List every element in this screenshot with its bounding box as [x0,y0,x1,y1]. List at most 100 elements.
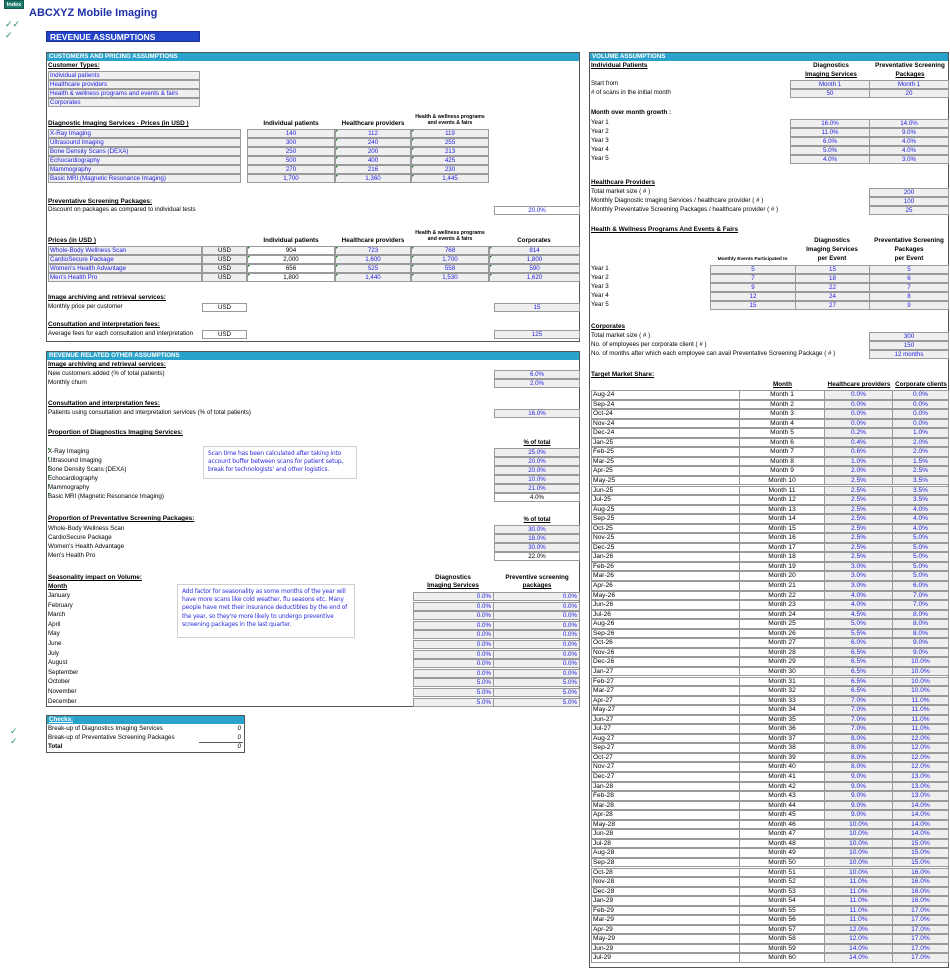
price-cell[interactable]: 1,700 [247,174,335,183]
seasonality-pkg[interactable]: 5.0% [493,688,580,697]
growth-pkg[interactable]: 14.0% [869,119,949,128]
price-cell[interactable]: 1,530 [411,273,489,282]
price-cell[interactable]: 904 [247,246,335,255]
growth-diag[interactable]: 4.0% [790,155,870,164]
corporate-share-cell[interactable]: 11.0% [893,695,949,706]
corporate-share-cell[interactable]: 16.0% [893,896,949,906]
price-cell[interactable]: 230 [411,165,489,174]
corporate-share-cell[interactable]: 5.0% [893,571,949,581]
proportion-value[interactable]: 30.0% [494,543,580,552]
proportion-value[interactable]: 10.0% [494,475,580,484]
provider-value[interactable]: 100 [869,197,949,206]
corporate-share-cell[interactable]: 17.0% [893,953,949,963]
initial-scans-pkg[interactable]: 20 [869,89,949,98]
healthcare-share-cell[interactable]: 14.0% [825,953,893,963]
price-cell[interactable]: 425 [411,156,489,165]
price-cell[interactable]: 112 [335,129,411,138]
price-cell[interactable]: 1,620 [489,273,580,282]
consultation-usage-value[interactable]: 16.0% [494,409,580,418]
healthcare-share-cell[interactable]: 2.0% [825,466,893,476]
seasonality-pkg[interactable]: 0.0% [493,668,580,678]
pkg-per-event[interactable]: 8 [869,292,949,301]
corporate-share-cell[interactable]: 14.0% [893,819,949,830]
healthcare-share-cell[interactable]: 10.0% [825,819,893,830]
corporate-share-cell[interactable]: 1.0% [893,428,949,438]
events-value[interactable]: 5 [710,265,796,274]
proportion-value[interactable]: 22.0% [494,552,580,561]
proportion-value[interactable]: 4.0% [494,493,580,502]
corporate-share-cell[interactable]: 13.0% [893,791,949,801]
growth-diag[interactable]: 6.0% [790,137,870,146]
seasonality-pkg[interactable]: 0.0% [493,649,580,659]
price-cell[interactable]: 213 [411,147,489,156]
seasonality-diag[interactable]: 0.0% [413,630,494,640]
consultation-fee[interactable]: 125 [494,330,580,339]
corporate-share-cell[interactable]: 10.0% [893,676,949,686]
corporate-share-cell[interactable]: 9.0% [893,638,949,648]
seasonality-diag[interactable]: 0.0% [413,640,494,649]
healthcare-share-cell[interactable]: 10.0% [825,838,893,849]
healthcare-share-cell[interactable]: 11.0% [825,886,893,897]
diag-per-event[interactable]: 18 [795,274,870,283]
initial-scans-diag[interactable]: 50 [790,89,870,98]
corporate-share-cell[interactable]: 0.0% [893,418,949,429]
diag-per-event[interactable]: 15 [795,265,870,274]
healthcare-share-cell[interactable]: 2.5% [825,475,893,486]
seasonality-pkg[interactable]: 0.0% [493,620,580,630]
price-cell[interactable]: 119 [411,129,489,138]
corporate-share-cell[interactable]: 10.0% [893,686,949,696]
healthcare-share-cell[interactable]: 8.0% [825,733,893,744]
corporate-share-cell[interactable]: 17.0% [893,943,949,954]
price-cell[interactable]: 814 [489,246,580,255]
corporate-share-cell[interactable]: 7.0% [893,590,949,601]
healthcare-share-cell[interactable]: 0.0% [825,418,893,429]
events-value[interactable]: 7 [710,274,796,283]
corporate-share-cell[interactable]: 2.0% [893,447,949,457]
index-button[interactable]: Index [4,0,24,9]
corporate-share-cell[interactable]: 14.0% [893,829,949,839]
growth-diag[interactable]: 11.0% [790,128,870,137]
healthcare-share-cell[interactable]: 1.0% [825,456,893,467]
seasonality-pkg[interactable]: 5.0% [493,678,580,688]
corporate-share-cell[interactable]: 2.5% [893,466,949,476]
healthcare-share-cell[interactable]: 9.0% [825,810,893,820]
corporate-value[interactable]: 12 months [869,350,949,359]
corporate-share-cell[interactable]: 13.0% [893,781,949,792]
healthcare-share-cell[interactable]: 10.0% [825,867,893,877]
price-cell[interactable]: 200 [335,147,411,156]
start-month-pkg[interactable]: Month 1 [869,80,949,89]
healthcare-share-cell[interactable]: 6.5% [825,657,893,667]
price-cell[interactable]: 1,800 [247,273,335,282]
price-cell[interactable]: 1,360 [335,174,411,183]
healthcare-share-cell[interactable]: 8.0% [825,752,893,763]
corporate-share-cell[interactable]: 3.5% [893,475,949,486]
healthcare-share-cell[interactable]: 2.5% [825,495,893,505]
healthcare-share-cell[interactable]: 11.0% [825,915,893,925]
provider-value[interactable]: 200 [869,188,949,197]
corporate-share-cell[interactable]: 4.0% [893,504,949,515]
healthcare-share-cell[interactable]: 2.5% [825,485,893,495]
healthcare-share-cell[interactable]: 9.0% [825,781,893,792]
corporate-share-cell[interactable]: 11.0% [893,714,949,725]
healthcare-share-cell[interactable]: 2.5% [825,533,893,543]
seasonality-diag[interactable]: 0.0% [413,592,494,601]
corporate-share-cell[interactable]: 12.0% [893,733,949,744]
corporate-share-cell[interactable]: 12.0% [893,762,949,772]
seasonality-diag[interactable]: 0.0% [413,649,494,659]
growth-pkg[interactable]: 4.0% [869,146,949,155]
healthcare-share-cell[interactable]: 0.4% [825,437,893,448]
price-cell[interactable]: 400 [335,156,411,165]
healthcare-share-cell[interactable]: 10.0% [825,848,893,858]
healthcare-share-cell[interactable]: 9.0% [825,800,893,811]
corporate-value[interactable]: 150 [869,341,949,350]
corporate-share-cell[interactable]: 2.0% [893,437,949,448]
healthcare-share-cell[interactable]: 9.0% [825,772,893,782]
provider-value[interactable]: 25 [869,206,949,215]
healthcare-share-cell[interactable]: 7.0% [825,724,893,734]
corporate-share-cell[interactable]: 3.5% [893,495,949,505]
healthcare-share-cell[interactable]: 8.0% [825,762,893,772]
corporate-share-cell[interactable]: 4.0% [893,523,949,534]
healthcare-share-cell[interactable]: 6.5% [825,676,893,686]
corporate-share-cell[interactable]: 14.0% [893,800,949,811]
pkg-per-event[interactable]: 5 [869,265,949,274]
